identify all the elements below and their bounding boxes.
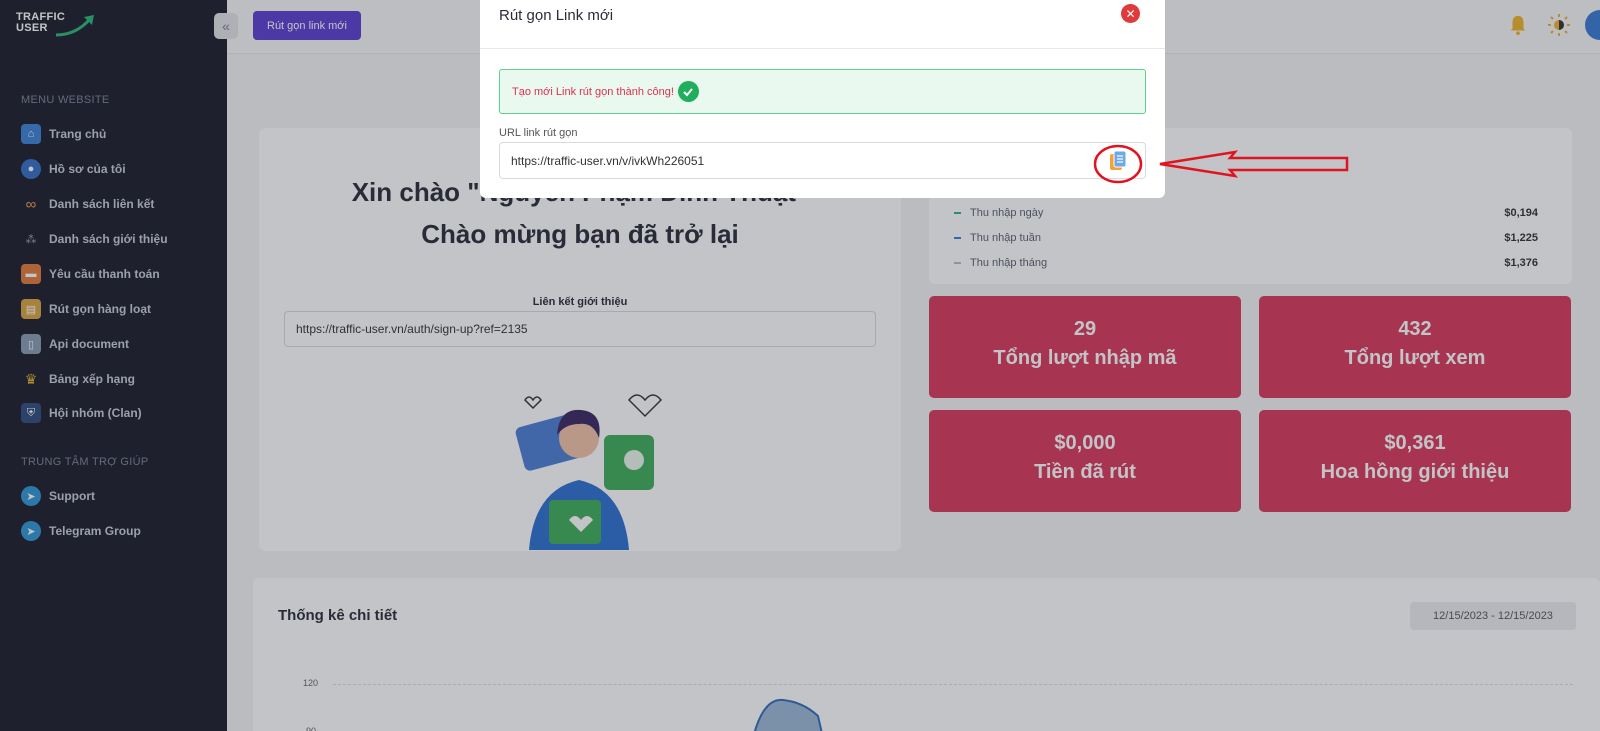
- annotation-overlay: [1093, 144, 1349, 184]
- modal-title: Rút gọn Link mới: [499, 7, 614, 24]
- highlight-circle: [1093, 144, 1143, 184]
- success-message: Tạo mới Link rút gọn thành công!: [512, 85, 674, 98]
- success-alert: Tạo mới Link rút gọn thành công!: [499, 69, 1146, 114]
- pointer-arrow-icon: [1159, 150, 1349, 178]
- close-icon: ✕: [1125, 6, 1136, 21]
- close-button[interactable]: ✕: [1121, 4, 1140, 23]
- short-url-label: URL link rút gọn: [499, 127, 578, 139]
- short-url-field[interactable]: https://traffic-user.vn/v/ivkWh226051: [499, 142, 1146, 179]
- new-link-modal: Rút gọn Link mới ✕ Tạo mới Link rút gọn …: [480, 0, 1165, 198]
- modal-divider: [480, 48, 1165, 49]
- check-circle-icon: [677, 81, 699, 102]
